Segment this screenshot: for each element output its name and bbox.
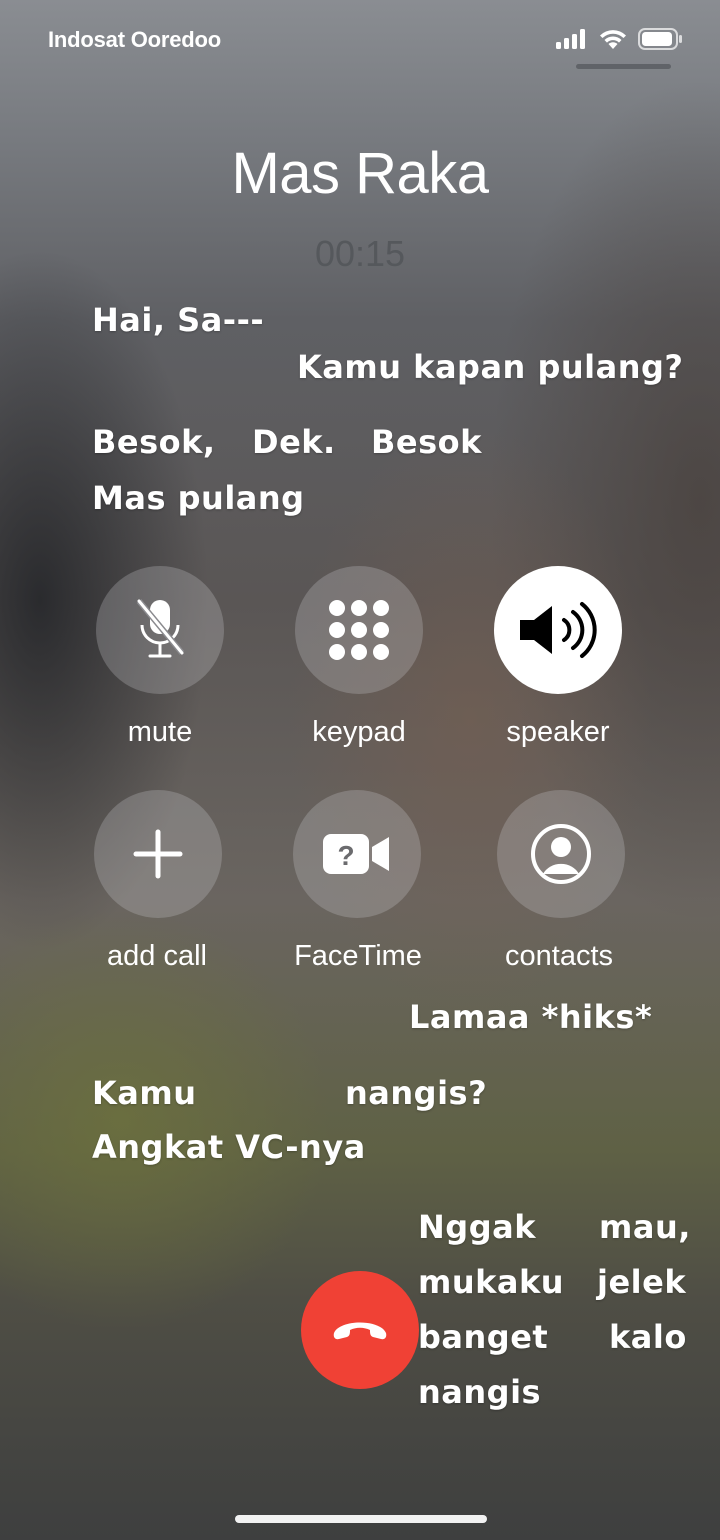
signal-icon (556, 29, 585, 49)
keypad-button[interactable] (295, 566, 423, 694)
overlay-text: mau, (599, 1208, 691, 1246)
overlay-text: Kamu kapan pulang? (297, 348, 684, 386)
speaker-button[interactable] (494, 566, 622, 694)
overlay-text: Kamu (92, 1074, 197, 1112)
overlay-text: Lamaa *hiks* (409, 998, 653, 1036)
svg-text:?: ? (337, 840, 354, 871)
end-call-button[interactable] (301, 1271, 419, 1389)
video-camera-question-icon: ? (323, 834, 389, 874)
facetime-label: FaceTime (294, 940, 422, 972)
mute-button[interactable] (96, 566, 224, 694)
speaker-label: speaker (506, 716, 610, 748)
contacts-label: contacts (505, 940, 613, 972)
overlay-text: nangis? (345, 1074, 488, 1112)
status-pill (576, 64, 671, 69)
keypad-icon (329, 600, 389, 660)
mute-label: mute (127, 716, 193, 748)
facetime-button[interactable]: ? (293, 790, 421, 918)
contact-person-icon (531, 824, 591, 884)
wifi-icon (600, 30, 626, 49)
overlay-text: Nggak (418, 1208, 536, 1246)
plus-icon (133, 829, 183, 879)
add-call-label: add call (107, 940, 207, 972)
overlay-text: mukaku (418, 1263, 565, 1301)
overlay-text: Dek. (252, 423, 336, 461)
overlay-text: jelek (597, 1263, 687, 1301)
status-icons (556, 28, 684, 50)
overlay-text: Besok (371, 423, 482, 461)
carrier-label: Indosat Ooredoo (48, 27, 222, 52)
overlay-text: Besok, (92, 423, 216, 461)
overlay-text: banget (418, 1318, 549, 1356)
home-indicator[interactable] (235, 1515, 487, 1523)
keypad-label: keypad (312, 716, 406, 748)
overlay-text: Hai, Sa--- (92, 301, 265, 339)
caller-name: Mas Raka (231, 141, 489, 206)
mic-off-icon (136, 599, 185, 658)
overlay-text: Mas pulang (92, 479, 305, 517)
call-duration: 00:15 (314, 233, 406, 274)
overlay-text: nangis (418, 1373, 542, 1411)
overlay-text: kalo (609, 1318, 687, 1356)
contacts-button[interactable] (497, 790, 625, 918)
add-call-button[interactable] (94, 790, 222, 918)
hang-up-icon (333, 1322, 387, 1340)
speaker-icon (520, 602, 597, 658)
battery-icon (638, 28, 682, 50)
overlay-text: Angkat VC-nya (92, 1128, 366, 1166)
